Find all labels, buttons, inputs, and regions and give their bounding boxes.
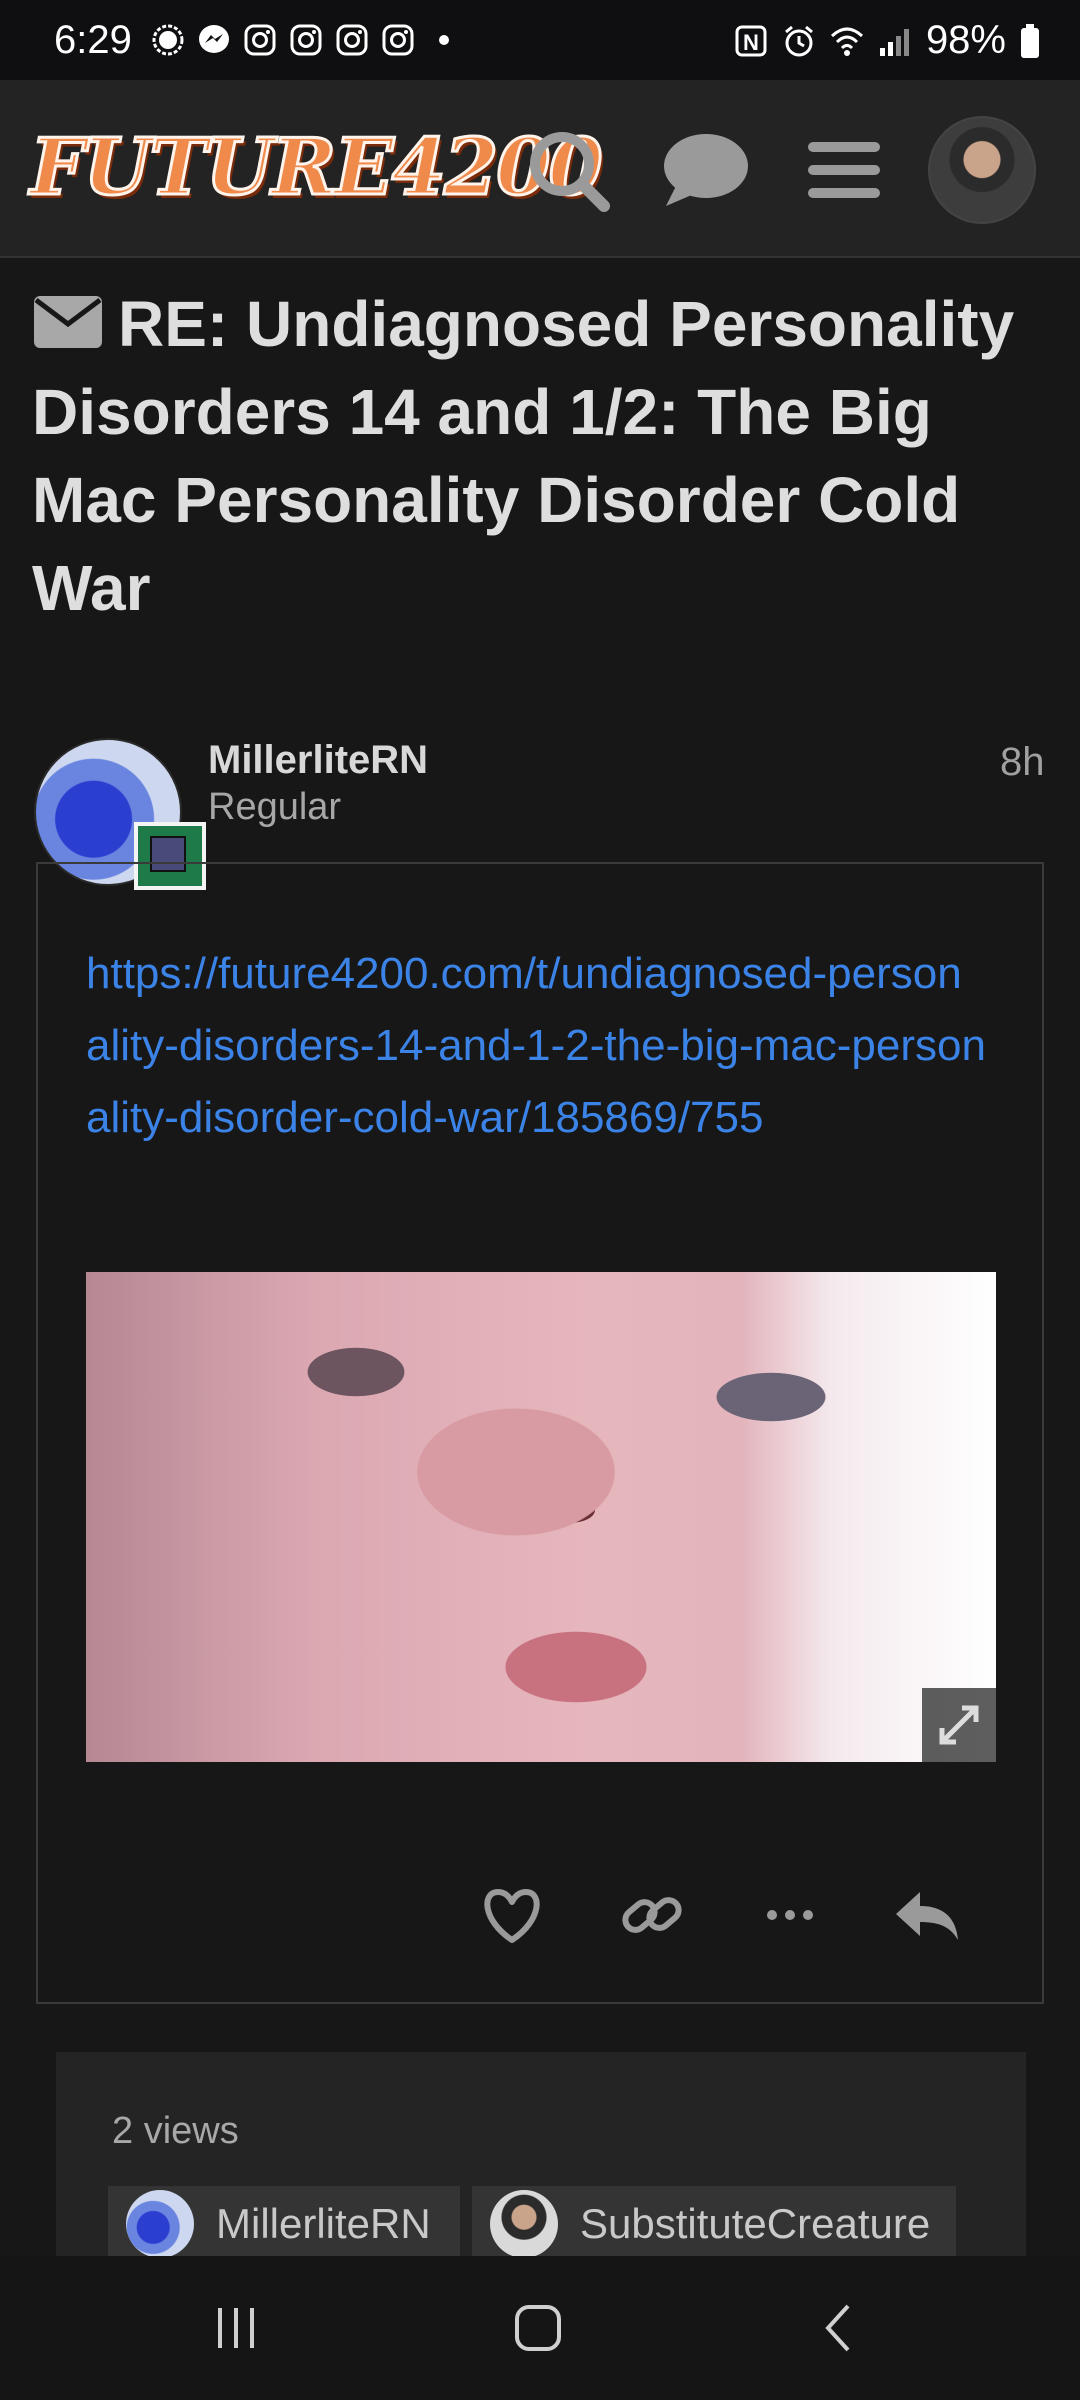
system-navigation-bar — [0, 2256, 1080, 2400]
messenger-icon — [196, 22, 232, 58]
envelope-icon — [34, 296, 102, 348]
expand-icon — [939, 1705, 979, 1745]
search-button[interactable] — [520, 120, 620, 220]
menu-button[interactable] — [794, 120, 894, 220]
instagram-icon — [334, 22, 370, 58]
site-logo[interactable]: FUTURE4200 — [29, 121, 605, 215]
hamburger-menu-icon — [808, 142, 880, 198]
status-icons: N 98% — [734, 18, 1040, 63]
home-button[interactable] — [458, 2256, 618, 2400]
user-avatar[interactable] — [928, 116, 1036, 224]
instagram-icon — [242, 22, 278, 58]
reply-button[interactable] — [888, 1880, 968, 1950]
participant-chip[interactable]: SubstituteCreature — [472, 2186, 956, 2262]
status-time: 6:29 — [54, 18, 132, 62]
more-actions-button[interactable] — [750, 1880, 830, 1950]
expand-image-button[interactable] — [922, 1688, 996, 1762]
post-age[interactable]: 8h — [1000, 740, 1045, 785]
participant-name: SubstituteCreature — [580, 2200, 931, 2247]
recent-apps-button[interactable] — [156, 2256, 316, 2400]
alarm-icon — [784, 25, 813, 56]
heart-icon — [484, 1889, 540, 1943]
back-icon — [825, 2304, 850, 2352]
svg-text:N: N — [743, 30, 759, 55]
like-button[interactable] — [472, 1880, 552, 1950]
more-dot-icon — [426, 22, 462, 58]
post-link[interactable]: https://future4200.com/t/undiagnosed-per… — [86, 938, 986, 1154]
copy-link-button[interactable] — [612, 1880, 692, 1950]
notification-icons — [150, 22, 462, 58]
status-bar: 6:29 N 98% — [0, 0, 1080, 80]
participant-avatar — [490, 2190, 558, 2258]
more-icon — [767, 1910, 813, 1920]
poster-user-title: Regular — [208, 786, 342, 828]
participant-chip[interactable]: MillerliteRN — [108, 2186, 460, 2262]
site-header: FUTURE4200 — [0, 80, 1080, 258]
wifi-icon — [830, 27, 863, 56]
instagram-icon — [288, 22, 324, 58]
nfc-icon: N — [735, 25, 767, 56]
instagram-icon — [380, 22, 416, 58]
recent-apps-icon — [218, 2308, 254, 2348]
chat-button[interactable] — [656, 120, 756, 220]
cellular-signal-icon — [879, 28, 909, 56]
reply-icon — [896, 1892, 958, 1940]
home-icon — [515, 2305, 561, 2351]
topic-title[interactable]: RE: Undiagnosed Personality Disorders 14… — [32, 288, 1014, 624]
participant-avatar — [126, 2190, 194, 2258]
signal-app-icon — [150, 22, 186, 58]
participant-name: MillerliteRN — [216, 2200, 431, 2247]
chat-bubble-icon — [664, 134, 748, 206]
topic-title-heading: RE: Undiagnosed Personality Disorders 14… — [32, 280, 1052, 632]
poster-username[interactable]: MillerliteRN — [208, 738, 428, 783]
link-icon — [622, 1897, 682, 1933]
battery-percent: 98% — [925, 18, 1006, 62]
post-image[interactable] — [86, 1272, 996, 1762]
back-button[interactable] — [760, 2256, 920, 2400]
battery-icon — [1021, 23, 1039, 58]
search-icon — [530, 132, 610, 212]
views-count: 2 views — [112, 2110, 239, 2152]
